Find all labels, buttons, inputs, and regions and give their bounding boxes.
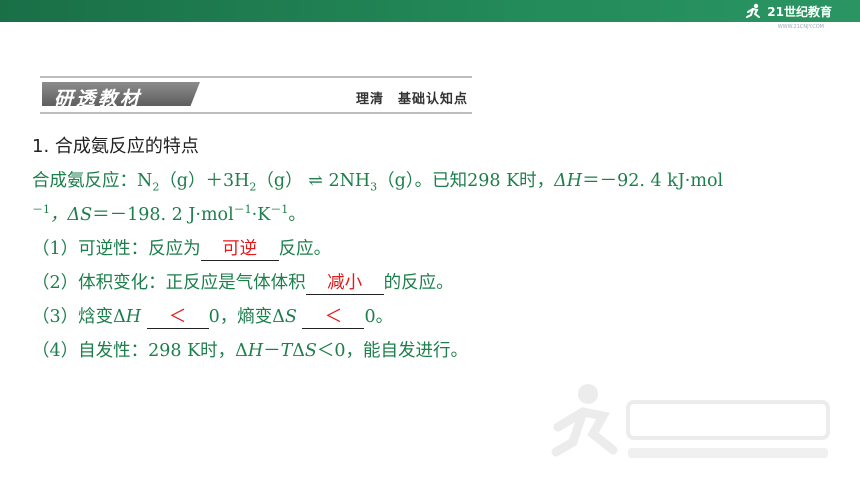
item1-prefix: （1）可逆性：反应为 (32, 239, 201, 259)
section-bottom-rule (40, 112, 472, 114)
unit-sup-3: －1 (270, 203, 289, 217)
item4-s: S (304, 341, 317, 361)
item-spontaneity: （4）自发性：298 K时，ΔH－TΔS＜0，能自发进行。 (32, 334, 832, 368)
equilibrium-arrow: ⇌ (308, 171, 323, 191)
item3-prefix: （3）焓变Δ (32, 307, 126, 327)
top-banner: 21世纪教育 (0, 0, 860, 22)
watermark-logo (551, 384, 830, 458)
runner-icon (746, 3, 761, 18)
unit-k: ·K (251, 205, 271, 225)
brand-subtext: WWW.21CNJY.COM (777, 24, 824, 30)
eq-g3: （g）。已知298 K时， (377, 171, 555, 191)
section-top-rule (40, 76, 472, 78)
eq-ds-val: ＝－198. 2 J·mol (92, 205, 234, 225)
eq-g2: （g） (256, 171, 303, 191)
section-tab-label: 研透教材 (54, 88, 143, 110)
section-note: 理清 基础认知点 (355, 92, 468, 107)
item3-h: H (125, 307, 142, 327)
answer-blank-reversible: 可逆 (200, 238, 279, 261)
line3-end: 。 (288, 205, 306, 225)
item2-suffix: 的反应。 (383, 273, 454, 293)
item4-suffix: ＜0，能自发进行。 (316, 341, 469, 361)
brand-logo-text: 21世纪教育 (767, 4, 832, 19)
item4-h: H (247, 341, 264, 361)
item2-prefix: （2）体积变化：正反应是气体体积 (32, 273, 306, 293)
item-reversibility: （1）可逆性：反应为 可逆 反应。 (32, 232, 832, 266)
item4-delta: Δ (292, 341, 305, 361)
unit-sup-2: －1 (233, 203, 252, 217)
section-header: 研透教材 理清 基础认知点 (40, 76, 472, 114)
section-tab: 研透教材 (42, 82, 200, 106)
item3-suffix: 0。 (364, 307, 394, 327)
item4-prefix: （4）自发性：298 K时，Δ (32, 341, 248, 361)
eq-prefix: 合成氨反应：N (32, 171, 153, 191)
item3-mid: 0，熵变Δ (208, 307, 285, 327)
eq-g1: （g）＋3H (159, 171, 250, 191)
main-content: 1. 合成氨反应的特点 合成氨反应：N2（g）＋3H2（g） ⇌ 2NH3（g）… (32, 130, 832, 368)
equation-line: 合成氨反应：N2（g）＋3H2（g） ⇌ 2NH3（g）。已知298 K时，ΔH… (32, 164, 832, 198)
answer-blank-volume: 减小 (305, 272, 384, 295)
answer-blank-entropy: ＜ (302, 306, 365, 329)
item4-t: T (280, 341, 293, 361)
eq-ds: ，ΔS (50, 205, 93, 225)
item1-suffix: 反应。 (278, 239, 332, 259)
equation-line-continued: －1，ΔS＝－198. 2 J·mol－1·K－1。 (32, 198, 832, 232)
unit-sup-1: －1 (32, 203, 50, 217)
item3-s: S (284, 307, 297, 327)
item-enthalpy-entropy: （3）焓变ΔH ＜ 0，熵变ΔS ＜ 0。 (32, 300, 832, 334)
eq-nh3: 2NH (328, 171, 371, 191)
top-banner-shade (0, 0, 860, 22)
eq-dh: ΔH (554, 171, 583, 191)
item4-minus: － (263, 341, 281, 361)
content-title: 1. 合成氨反应的特点 (32, 136, 199, 157)
eq-dh-val: ＝－92. 4 kJ·mol (582, 171, 724, 191)
answer-blank-enthalpy: ＜ (146, 306, 209, 329)
item-volume-change: （2）体积变化：正反应是气体体积 减小 的反应。 (32, 266, 832, 300)
brand-logo: 21世纪教育 (745, 2, 832, 20)
